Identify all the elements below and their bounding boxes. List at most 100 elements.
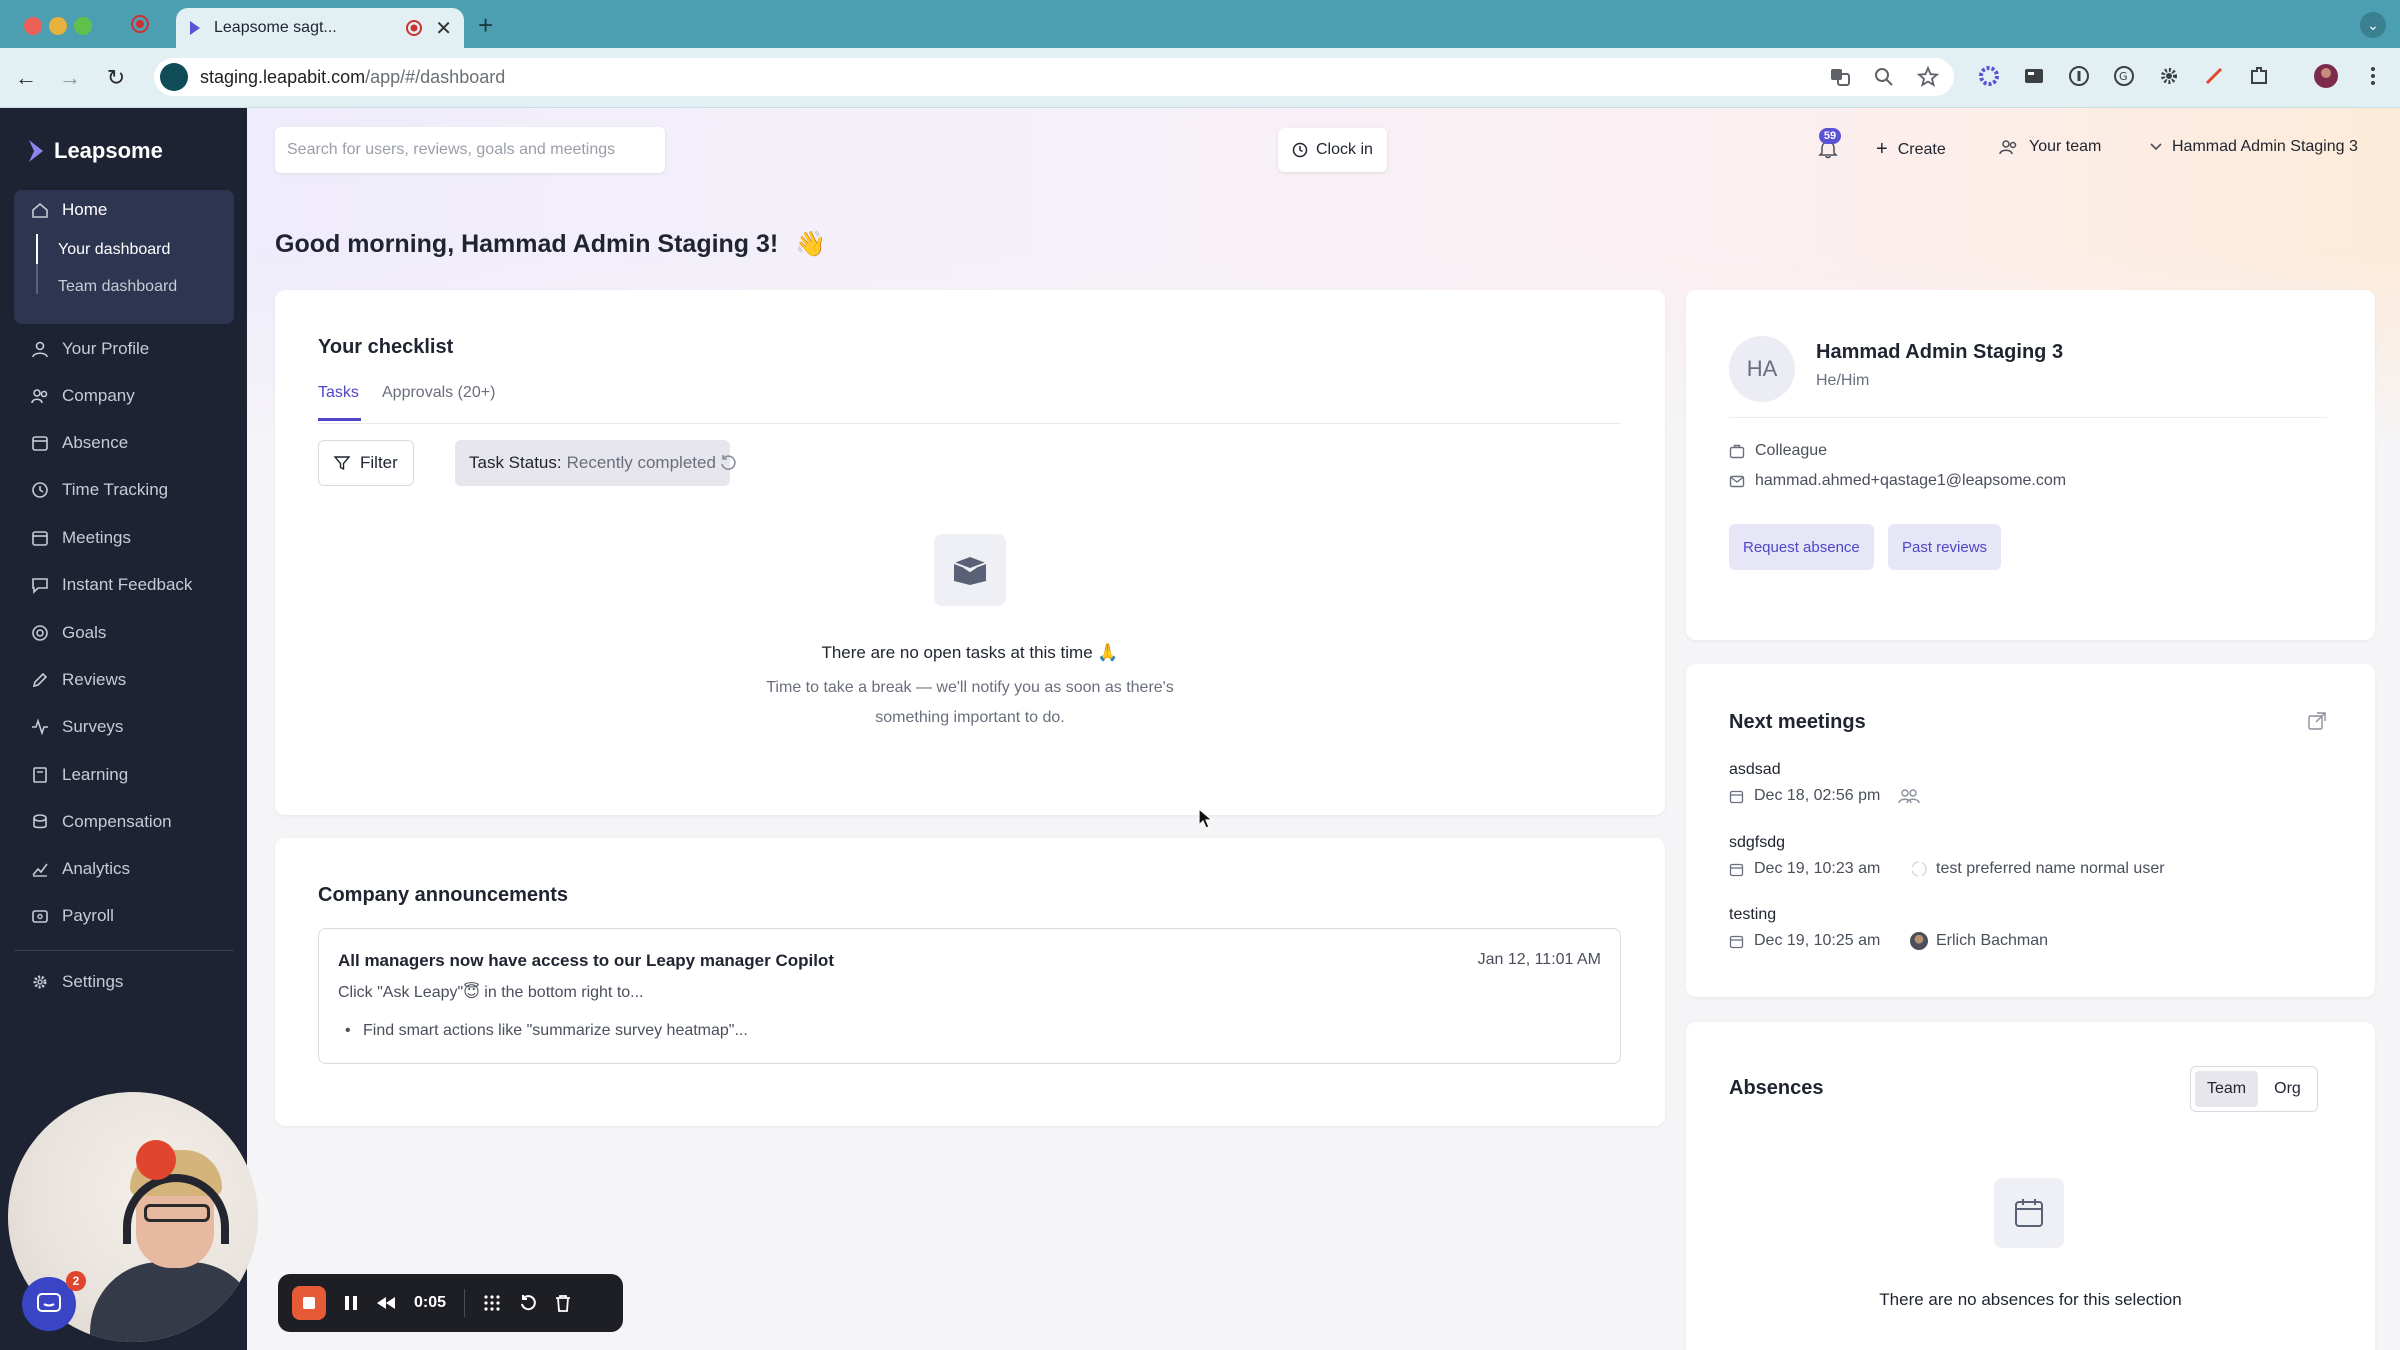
chat-unread-badge: 2 bbox=[66, 1271, 86, 1291]
pulse-icon bbox=[30, 717, 50, 737]
window-close-button[interactable] bbox=[24, 17, 42, 35]
sidebar-item-meetings[interactable]: Meetings bbox=[30, 528, 131, 548]
sidebar-item-instant-feedback[interactable]: Instant Feedback bbox=[30, 575, 192, 595]
pause-button[interactable] bbox=[344, 1295, 358, 1311]
sidebar-item-company[interactable]: Company bbox=[30, 386, 135, 406]
meeting-attendee: Erlich Bachman bbox=[1910, 932, 2048, 950]
svg-text:G: G bbox=[2119, 70, 2128, 83]
extension-screen-icon[interactable] bbox=[2021, 63, 2047, 89]
sidebar-item-your-dashboard[interactable]: Your dashboard bbox=[58, 241, 170, 259]
extension-gear-icon[interactable] bbox=[2156, 63, 2182, 89]
home-icon bbox=[30, 200, 50, 220]
sidebar-item-home[interactable]: Home bbox=[30, 200, 107, 220]
past-reviews-button[interactable]: Past reviews bbox=[1888, 524, 2002, 570]
mouse-cursor-icon bbox=[1198, 808, 1214, 830]
translate-icon[interactable] bbox=[1828, 65, 1852, 89]
plus-icon: + bbox=[1876, 138, 1888, 160]
calendar-icon bbox=[30, 433, 50, 453]
sidebar-item-team-dashboard[interactable]: Team dashboard bbox=[58, 278, 177, 296]
sidebar-item-learning[interactable]: Learning bbox=[30, 765, 128, 785]
zoom-icon[interactable] bbox=[1872, 65, 1896, 89]
your-team-button[interactable]: Your team bbox=[1999, 138, 2101, 156]
sidebar-item-analytics[interactable]: Analytics bbox=[30, 859, 130, 879]
global-search-input[interactable]: Search for users, reviews, goals and mee… bbox=[275, 127, 665, 173]
tab-approvals[interactable]: Approvals (20+) bbox=[382, 384, 495, 402]
forward-button[interactable]: → bbox=[54, 62, 86, 94]
meeting-name[interactable]: asdsad bbox=[1729, 761, 1781, 779]
request-absence-button[interactable]: Request absence bbox=[1729, 524, 1874, 570]
sidebar-item-your-profile[interactable]: Your Profile bbox=[30, 339, 149, 359]
tab-search-chevron-icon[interactable]: ⌄ bbox=[2360, 12, 2386, 38]
calendar-icon bbox=[1729, 935, 1744, 948]
extension-colorful-icon[interactable] bbox=[1976, 63, 2002, 89]
sidebar-item-compensation[interactable]: Compensation bbox=[30, 812, 172, 832]
meeting-name[interactable]: testing bbox=[1729, 906, 1776, 924]
page-greeting: Good morning, Hammad Admin Staging 3! 👋 bbox=[275, 230, 826, 259]
chart-line-icon bbox=[30, 859, 50, 879]
recording-timer: 0:05 bbox=[414, 1294, 447, 1311]
extension-password-icon[interactable] bbox=[2066, 63, 2092, 89]
sidebar-item-absence[interactable]: Absence bbox=[30, 433, 128, 453]
pause-icon bbox=[345, 1296, 357, 1310]
window-minimize-button[interactable] bbox=[49, 17, 67, 35]
sidebar-item-label: Payroll bbox=[62, 906, 114, 925]
browser-profile-avatar[interactable] bbox=[2313, 63, 2339, 89]
profile-role-row: Colleague bbox=[1729, 442, 1827, 460]
window-maximize-button[interactable] bbox=[74, 17, 92, 35]
extension-grammar-icon[interactable]: G bbox=[2111, 63, 2137, 89]
sidebar-item-payroll[interactable]: Payroll bbox=[30, 906, 114, 926]
profile-email[interactable]: hammad.ahmed+qastage1@leapsome.com bbox=[1755, 472, 2066, 490]
announcement-date: Jan 12, 11:01 AM bbox=[1477, 951, 1601, 968]
bullet-dot: • bbox=[345, 1022, 351, 1039]
extension-pen-icon[interactable] bbox=[2201, 63, 2227, 89]
empty-tasks-description: Time to take a break — we'll notify you … bbox=[766, 679, 1174, 726]
toggle-team[interactable]: Team bbox=[2195, 1071, 2259, 1107]
sidebar-item-label: Company bbox=[62, 386, 135, 405]
rewind-button[interactable] bbox=[376, 1296, 396, 1310]
tab-tasks[interactable]: Tasks bbox=[318, 384, 359, 402]
reload-button[interactable]: ↻ bbox=[100, 62, 132, 94]
sidebar-item-surveys[interactable]: Surveys bbox=[30, 717, 123, 737]
tab-close-icon[interactable]: ✕ bbox=[435, 16, 452, 41]
announcement-item[interactable]: All managers now have access to our Leap… bbox=[318, 928, 1621, 1064]
clock-icon bbox=[30, 480, 50, 500]
sidebar-item-goals[interactable]: Goals bbox=[30, 623, 106, 643]
site-info-icon[interactable] bbox=[160, 63, 188, 91]
sidebar-item-label: Your Profile bbox=[62, 339, 150, 358]
bookmark-star-icon[interactable] bbox=[1916, 65, 1940, 89]
filter-button[interactable]: Filter bbox=[318, 440, 414, 486]
your-team-label: Your team bbox=[2029, 138, 2102, 155]
announcement-bullet-text: Find smart actions like "summarize surve… bbox=[363, 1022, 748, 1039]
reset-filter-icon[interactable] bbox=[718, 453, 738, 473]
group-icon bbox=[1898, 789, 1920, 804]
recording-tab-icon[interactable] bbox=[130, 14, 150, 34]
avatar[interactable]: HA bbox=[1729, 336, 1795, 402]
stop-recording-button[interactable] bbox=[292, 1286, 326, 1320]
new-tab-button[interactable]: + bbox=[478, 10, 493, 41]
grid-button[interactable] bbox=[483, 1294, 501, 1312]
sidebar-item-time-tracking[interactable]: Time Tracking bbox=[30, 480, 168, 500]
active-tab-underline bbox=[318, 418, 361, 421]
create-button[interactable]: + Create bbox=[1876, 138, 1946, 161]
back-button[interactable]: ← bbox=[10, 62, 42, 94]
calendar-icon bbox=[1729, 790, 1744, 803]
meeting-name[interactable]: sdgfsdg bbox=[1729, 834, 1785, 852]
restart-button[interactable] bbox=[519, 1294, 537, 1312]
browser-menu-icon[interactable] bbox=[2360, 63, 2386, 89]
clock-in-button[interactable]: Clock in bbox=[1278, 128, 1387, 172]
toggle-org[interactable]: Org bbox=[2262, 1071, 2313, 1107]
rewind-icon bbox=[377, 1297, 395, 1309]
sidebar-item-reviews[interactable]: Reviews bbox=[30, 670, 126, 690]
profile-name[interactable]: Hammad Admin Staging 3 bbox=[1816, 341, 2063, 364]
external-link-icon[interactable] bbox=[2307, 711, 2327, 731]
user-menu-button[interactable]: Hammad Admin Staging 3 bbox=[2150, 138, 2358, 156]
extensions-puzzle-icon[interactable] bbox=[2246, 63, 2272, 89]
empty-calendar-icon bbox=[1994, 1178, 2064, 1248]
browser-tab-active[interactable]: Leapsome sagt... ✕ bbox=[176, 8, 464, 48]
delete-recording-button[interactable] bbox=[555, 1294, 571, 1312]
leapsome-logo[interactable]: Leapsome bbox=[26, 138, 163, 164]
sidebar-item-settings[interactable]: Settings bbox=[30, 972, 123, 992]
task-status-filter-chip[interactable]: Task Status: Recently completed bbox=[455, 440, 730, 486]
person-icon bbox=[30, 339, 50, 359]
address-bar[interactable]: staging.leapabit.com/app/#/dashboard bbox=[154, 58, 1954, 96]
